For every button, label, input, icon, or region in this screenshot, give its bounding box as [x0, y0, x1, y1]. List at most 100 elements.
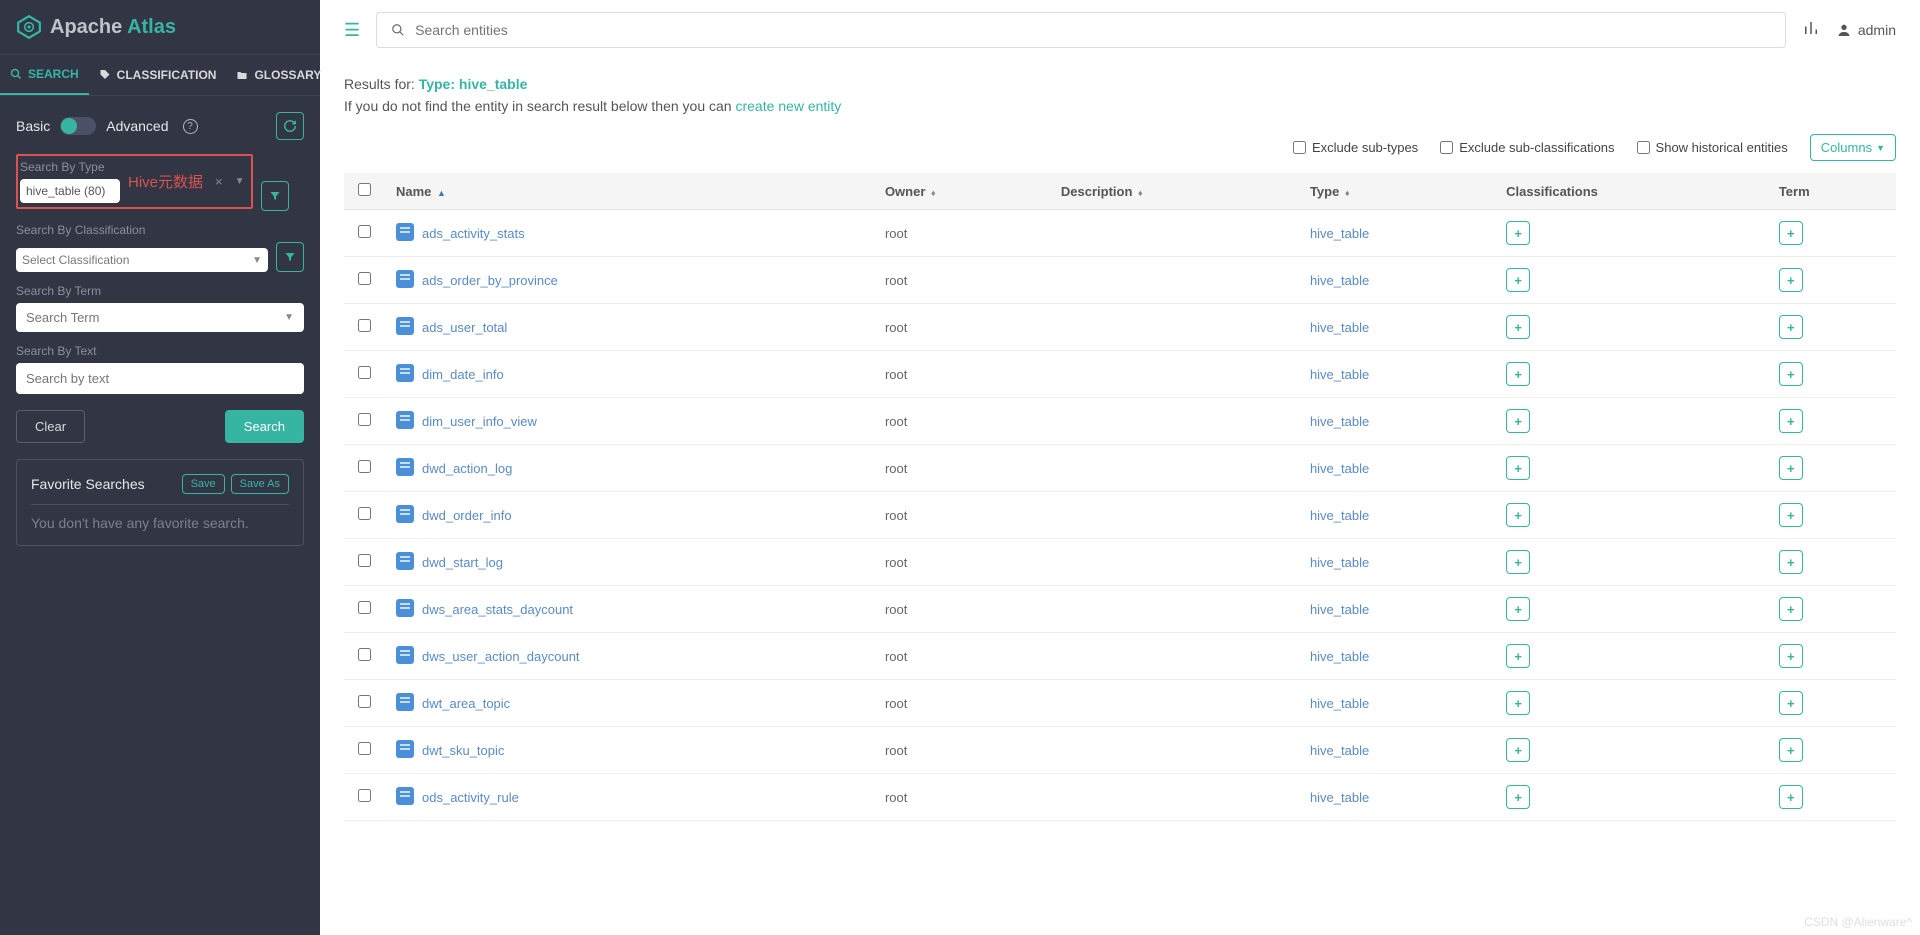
- row-checkbox[interactable]: [358, 554, 371, 567]
- mode-toggle[interactable]: [60, 117, 96, 135]
- add-term-button[interactable]: +: [1779, 362, 1803, 386]
- entity-name-link[interactable]: ads_user_total: [422, 320, 507, 335]
- tab-classification[interactable]: CLASSIFICATION: [89, 55, 227, 95]
- add-classification-button[interactable]: +: [1506, 691, 1530, 715]
- type-filter-button[interactable]: [261, 181, 289, 211]
- add-classification-button[interactable]: +: [1506, 503, 1530, 527]
- type-link[interactable]: hive_table: [1310, 649, 1369, 664]
- stats-icon[interactable]: [1802, 19, 1820, 42]
- global-search-input[interactable]: [415, 22, 1771, 38]
- refresh-button[interactable]: [276, 112, 304, 140]
- type-link[interactable]: hive_table: [1310, 743, 1369, 758]
- entity-name-link[interactable]: dim_date_info: [422, 367, 504, 382]
- add-term-button[interactable]: +: [1779, 785, 1803, 809]
- term-select[interactable]: Search Term ▼: [16, 303, 304, 332]
- add-classification-button[interactable]: +: [1506, 315, 1530, 339]
- owner-cell: root: [873, 210, 1049, 257]
- add-classification-button[interactable]: +: [1506, 362, 1530, 386]
- add-classification-button[interactable]: +: [1506, 738, 1530, 762]
- row-checkbox[interactable]: [358, 460, 371, 473]
- add-term-button[interactable]: +: [1779, 315, 1803, 339]
- entity-name-link[interactable]: dwt_sku_topic: [422, 743, 504, 758]
- add-term-button[interactable]: +: [1779, 738, 1803, 762]
- type-link[interactable]: hive_table: [1310, 461, 1369, 476]
- row-checkbox[interactable]: [358, 648, 371, 661]
- add-classification-button[interactable]: +: [1506, 221, 1530, 245]
- add-term-button[interactable]: +: [1779, 691, 1803, 715]
- type-select[interactable]: hive_table (80): [20, 179, 120, 203]
- entity-name-link[interactable]: dwd_start_log: [422, 555, 503, 570]
- entity-name-link[interactable]: dwt_area_topic: [422, 696, 510, 711]
- tab-search[interactable]: SEARCH: [0, 55, 89, 95]
- entity-name-link[interactable]: dws_user_action_daycount: [422, 649, 580, 664]
- row-checkbox[interactable]: [358, 601, 371, 614]
- row-checkbox[interactable]: [358, 413, 371, 426]
- type-link[interactable]: hive_table: [1310, 226, 1369, 241]
- chevron-down-icon[interactable]: ▼: [235, 176, 245, 187]
- exclude-subclass-checkbox[interactable]: Exclude sub-classifications: [1440, 140, 1614, 155]
- add-term-button[interactable]: +: [1779, 456, 1803, 480]
- entity-name-link[interactable]: dwd_order_info: [422, 508, 512, 523]
- add-classification-button[interactable]: +: [1506, 644, 1530, 668]
- header-name[interactable]: Name ▲: [384, 173, 873, 210]
- type-link[interactable]: hive_table: [1310, 696, 1369, 711]
- create-entity-link[interactable]: create new entity: [735, 98, 841, 114]
- add-classification-button[interactable]: +: [1506, 550, 1530, 574]
- add-classification-button[interactable]: +: [1506, 456, 1530, 480]
- save-as-button[interactable]: Save As: [231, 474, 289, 494]
- add-term-button[interactable]: +: [1779, 503, 1803, 527]
- type-link[interactable]: hive_table: [1310, 367, 1369, 382]
- row-checkbox[interactable]: [358, 366, 371, 379]
- user-menu[interactable]: admin: [1836, 22, 1896, 38]
- header-description[interactable]: Description ♦: [1049, 173, 1298, 210]
- classification-select[interactable]: Select Classification ▼: [16, 248, 268, 272]
- type-link[interactable]: hive_table: [1310, 555, 1369, 570]
- add-term-button[interactable]: +: [1779, 644, 1803, 668]
- row-checkbox[interactable]: [358, 319, 371, 332]
- columns-button[interactable]: Columns▼: [1810, 134, 1896, 161]
- exclude-subtypes-checkbox[interactable]: Exclude sub-types: [1293, 140, 1418, 155]
- show-historical-checkbox[interactable]: Show historical entities: [1637, 140, 1788, 155]
- header-owner[interactable]: Owner ♦: [873, 173, 1049, 210]
- action-buttons: Clear Search: [0, 406, 320, 459]
- type-link[interactable]: hive_table: [1310, 790, 1369, 805]
- add-classification-button[interactable]: +: [1506, 785, 1530, 809]
- header-type[interactable]: Type ♦: [1298, 173, 1494, 210]
- type-link[interactable]: hive_table: [1310, 273, 1369, 288]
- row-checkbox[interactable]: [358, 272, 371, 285]
- add-classification-button[interactable]: +: [1506, 409, 1530, 433]
- type-link[interactable]: hive_table: [1310, 414, 1369, 429]
- entity-name-link[interactable]: dws_area_stats_daycount: [422, 602, 573, 617]
- add-classification-button[interactable]: +: [1506, 597, 1530, 621]
- clear-type-icon[interactable]: ×: [215, 174, 223, 189]
- add-term-button[interactable]: +: [1779, 409, 1803, 433]
- type-link[interactable]: hive_table: [1310, 508, 1369, 523]
- search-button[interactable]: Search: [225, 410, 304, 443]
- add-term-button[interactable]: +: [1779, 268, 1803, 292]
- entity-name-link[interactable]: dim_user_info_view: [422, 414, 537, 429]
- row-checkbox[interactable]: [358, 789, 371, 802]
- add-classification-button[interactable]: +: [1506, 268, 1530, 292]
- row-checkbox[interactable]: [358, 225, 371, 238]
- classification-filter-button[interactable]: [276, 242, 304, 272]
- entity-name-link[interactable]: ods_activity_rule: [422, 790, 519, 805]
- text-input[interactable]: [16, 363, 304, 394]
- global-search[interactable]: [376, 12, 1786, 48]
- entity-name-link[interactable]: ads_activity_stats: [422, 226, 525, 241]
- entity-name-link[interactable]: ads_order_by_province: [422, 273, 558, 288]
- add-term-button[interactable]: +: [1779, 597, 1803, 621]
- row-checkbox[interactable]: [358, 507, 371, 520]
- type-link[interactable]: hive_table: [1310, 602, 1369, 617]
- add-term-button[interactable]: +: [1779, 221, 1803, 245]
- menu-toggle-icon[interactable]: ☰: [344, 20, 360, 41]
- row-checkbox[interactable]: [358, 742, 371, 755]
- clear-button[interactable]: Clear: [16, 410, 85, 443]
- type-link[interactable]: hive_table: [1310, 320, 1369, 335]
- header-checkbox[interactable]: [344, 173, 384, 210]
- tab-glossary[interactable]: GLOSSARY: [226, 55, 331, 95]
- add-term-button[interactable]: +: [1779, 550, 1803, 574]
- entity-name-link[interactable]: dwd_action_log: [422, 461, 512, 476]
- row-checkbox[interactable]: [358, 695, 371, 708]
- help-icon[interactable]: ?: [183, 119, 198, 134]
- save-button[interactable]: Save: [182, 474, 225, 494]
